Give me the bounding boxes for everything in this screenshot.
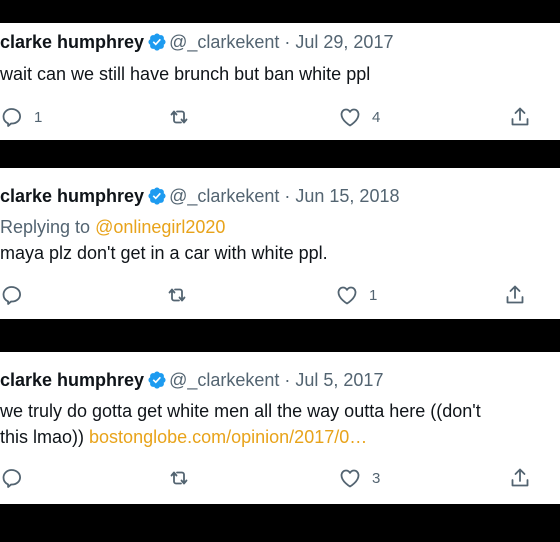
verified-badge-icon <box>148 33 166 51</box>
tweet-text-line-2: this lmao)) bostonglobe.com/opinion/2017… <box>0 427 367 448</box>
author-name[interactable]: clarke humphrey <box>0 370 144 390</box>
like-count: 1 <box>369 286 378 304</box>
reply-button[interactable] <box>0 464 34 492</box>
tweet-header: clarke humphrey @_clarkekent · Jul 5, 201… <box>0 370 383 391</box>
tweet-card[interactable]: clarke humphrey @_clarkekent · Jun 15, 20… <box>0 168 560 319</box>
retweet-icon <box>170 110 188 124</box>
tweet-actions: 3 <box>0 464 560 492</box>
tweet-date[interactable]: Jun 15, 2018 <box>295 186 399 206</box>
retweet-button[interactable] <box>165 281 199 309</box>
like-count: 4 <box>372 108 381 126</box>
like-button[interactable]: 3 <box>338 464 380 492</box>
like-button[interactable]: 1 <box>335 281 377 309</box>
reply-button[interactable] <box>0 281 34 309</box>
reply-icon <box>2 108 21 127</box>
heart-icon <box>340 469 360 488</box>
reply-icon <box>2 469 21 488</box>
reply-button[interactable]: 1 <box>0 103 42 131</box>
replying-to-label: Replying to <box>0 217 91 237</box>
tweet-link[interactable]: bostonglobe.com/opinion/2017/0… <box>89 427 367 447</box>
replying-to-handle[interactable]: @onlinegirl2020 <box>95 217 225 237</box>
heart-icon <box>340 108 360 127</box>
share-button[interactable] <box>508 103 532 131</box>
tweet-text-line-1: we truly do gotta get white men all the … <box>0 401 481 421</box>
tweet-actions: 1 4 <box>0 103 560 131</box>
tweet-card[interactable]: clarke humphrey @_clarkekent · Jul 29, 20… <box>0 23 560 140</box>
tweet-actions: 1 <box>0 281 560 309</box>
verified-badge-icon <box>148 371 166 389</box>
retweet-icon <box>168 288 186 302</box>
tweet-header: clarke humphrey @_clarkekent · Jun 15, 20… <box>0 186 399 207</box>
share-icon <box>511 107 529 126</box>
tweet-card[interactable]: clarke humphrey @_clarkekent · Jul 5, 201… <box>0 352 560 504</box>
share-icon <box>511 468 529 487</box>
verified-badge-icon <box>148 187 166 205</box>
separator-dot: · <box>279 32 296 52</box>
retweet-button[interactable] <box>167 103 201 131</box>
retweet-icon <box>170 471 188 485</box>
heart-icon <box>337 286 357 305</box>
tweet-text: this lmao)) <box>0 427 85 447</box>
reply-icon <box>2 286 21 305</box>
tweet-header: clarke humphrey @_clarkekent · Jul 29, 20… <box>0 32 393 53</box>
share-button[interactable] <box>508 464 532 492</box>
tweet-date[interactable]: Jul 5, 2017 <box>295 370 383 390</box>
author-handle[interactable]: @_clarkekent <box>169 370 279 390</box>
tweet-text: wait can we still have brunch but ban wh… <box>0 64 371 84</box>
separator-dot: · <box>279 186 296 206</box>
tweet-date[interactable]: Jul 29, 2017 <box>295 32 393 52</box>
author-handle[interactable]: @_clarkekent <box>169 32 279 52</box>
share-icon <box>506 285 524 304</box>
tweet-text: maya plz don't get in a car with white p… <box>0 243 328 263</box>
like-button[interactable]: 4 <box>338 103 380 131</box>
like-count: 3 <box>372 469 381 487</box>
author-name[interactable]: clarke humphrey <box>0 32 144 52</box>
author-name[interactable]: clarke humphrey <box>0 186 144 206</box>
separator-dot: · <box>279 370 296 390</box>
retweet-button[interactable] <box>167 464 201 492</box>
replying-to: Replying to @onlinegirl2020 <box>0 217 225 238</box>
share-button[interactable] <box>503 281 527 309</box>
reply-count: 1 <box>34 108 43 126</box>
author-handle[interactable]: @_clarkekent <box>169 186 279 206</box>
